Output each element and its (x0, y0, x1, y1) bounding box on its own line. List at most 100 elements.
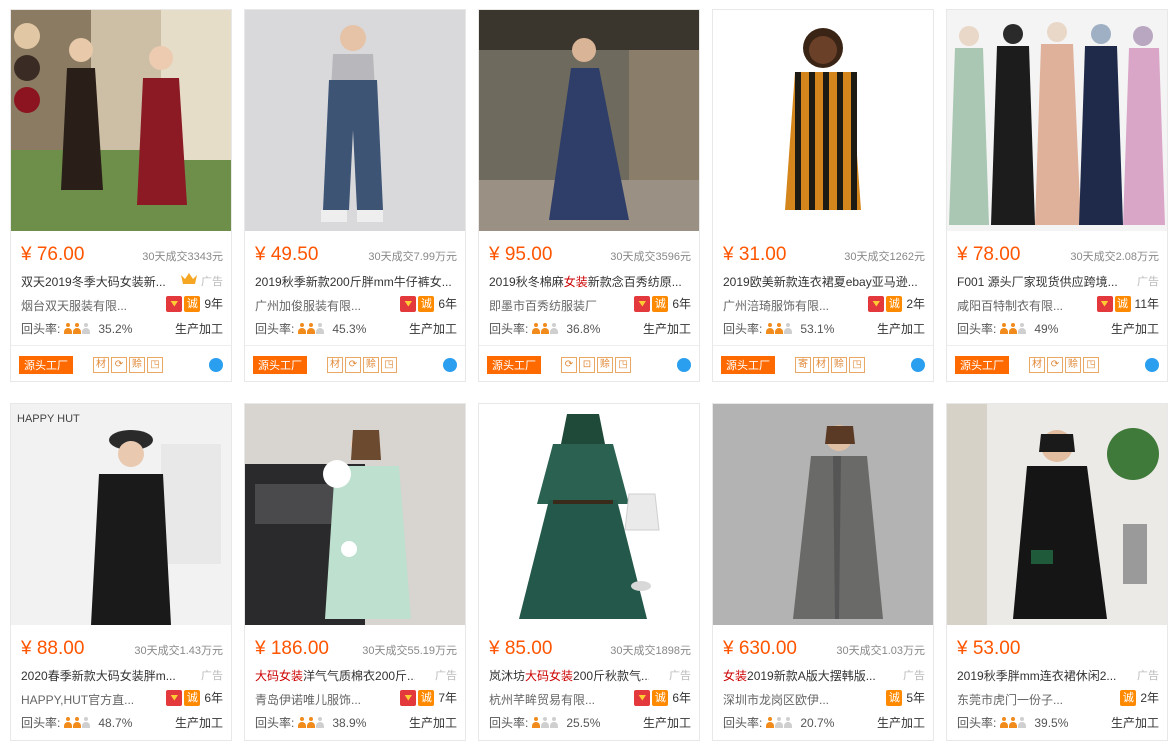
trade-assurance-icon (400, 295, 417, 312)
wangwang-chat-icon[interactable] (443, 358, 457, 372)
product-card[interactable]: ¥ 49.50 30天成交7.99万元 2019秋季新款200斤胖mm牛仔裤女.… (244, 9, 466, 382)
shield-service-icon[interactable]: ◳ (615, 356, 631, 373)
product-title[interactable]: 2020春季新款大码女装胖m... (21, 667, 181, 684)
company-name[interactable]: HAPPY,HUT官方直... (21, 691, 161, 708)
product-image[interactable]: HAPPY HUT (11, 404, 231, 625)
product-card[interactable]: ¥ 85.00 30天成交1898元 岚沐坊大码女装200斤秋款气... 广告 … (478, 403, 700, 741)
repeat-rate: 回头率: 36.8% (489, 320, 600, 337)
product-image[interactable] (479, 404, 699, 625)
product-image[interactable] (713, 404, 933, 625)
wangwang-chat-icon[interactable] (911, 358, 925, 372)
credit-service-icon[interactable]: 赊 (831, 356, 847, 373)
credit-service-icon[interactable]: 赊 (363, 356, 379, 373)
membership-years: 6年 (672, 297, 691, 311)
product-card[interactable]: ¥ 78.00 30天成交2.08万元 F001 源头厂家现货供应跨境... 广… (946, 9, 1168, 382)
product-title[interactable]: 岚沐坊大码女装200斤秋款气... (489, 667, 649, 684)
product-card[interactable]: ¥ 76.00 30天成交3343元 双天2019冬季大码女装新... 广告 烟… (10, 9, 232, 382)
product-title[interactable]: 2019秋冬棉麻女装新款念百秀纺原... (489, 273, 689, 290)
source-factory-tag[interactable]: 源头工厂 (487, 355, 541, 374)
company-name[interactable]: 深圳市龙岗区欧伊... (723, 691, 863, 708)
repeat-label: 回头率: (21, 716, 61, 730)
title-text: 2019新款A版大摆韩版... (747, 669, 876, 683)
price: ¥ 49.50 (255, 244, 319, 265)
material-service-icon[interactable]: 材 (813, 356, 829, 373)
source-factory-tag[interactable]: 源头工厂 (253, 355, 307, 374)
source-factory-tag[interactable]: 源头工厂 (721, 355, 775, 374)
wangwang-chat-icon[interactable] (677, 358, 691, 372)
repeat-rate: 回头率: 39.5% (957, 714, 1068, 731)
monthly-sales: 30天成交3596元 (610, 251, 691, 263)
return-service-icon[interactable]: ⟳ (1047, 356, 1063, 373)
title-text: 洋气气质棉衣200斤... (303, 669, 415, 683)
shield-service-icon[interactable]: ◳ (1083, 356, 1099, 373)
repeat-rate: 回头率: 45.3% (255, 320, 366, 337)
wangwang-chat-icon[interactable] (209, 358, 223, 372)
credit-service-icon[interactable]: 赊 (129, 356, 145, 373)
price: ¥ 31.00 (723, 244, 787, 265)
company-name[interactable]: 东莞市虎门一份子... (957, 691, 1097, 708)
company-name[interactable]: 青岛伊诺唯儿服饰... (255, 691, 395, 708)
company-name[interactable]: 广州涪琦服饰有限... (723, 297, 863, 314)
shield-service-icon[interactable]: ◳ (147, 356, 163, 373)
trade-assurance-icon (634, 689, 651, 706)
product-image[interactable] (479, 10, 699, 231)
person-icon (64, 717, 91, 728)
product-image[interactable] (245, 404, 465, 625)
credit-service-icon[interactable]: 赊 (1065, 356, 1081, 373)
product-title[interactable]: 大码女装洋气气质棉衣200斤... (255, 667, 415, 684)
repeat-rate: 回头率: 20.7% (723, 714, 834, 731)
product-title[interactable]: 女装2019新款A版大摆韩版... (723, 667, 883, 684)
membership-years: 11年 (1134, 297, 1159, 311)
membership-years: 6年 (438, 297, 457, 311)
product-image[interactable] (11, 10, 231, 231)
company-name[interactable]: 烟台双天服装有限... (21, 297, 161, 314)
brand-watermark: HAPPY HUT (17, 413, 80, 425)
material-service-icon[interactable]: 材 (1029, 356, 1045, 373)
person-icon (298, 717, 325, 728)
product-card[interactable]: ¥ 95.00 30天成交3596元 2019秋冬棉麻女装新款念百秀纺原... … (478, 9, 700, 382)
product-image[interactable] (713, 10, 933, 231)
company-name[interactable]: 即墨市百秀纺服装厂 (489, 297, 629, 314)
price: ¥ 95.00 (489, 244, 553, 265)
title-keyword: 女装 (723, 669, 748, 683)
product-title[interactable]: 2019秋季胖mm连衣裙休闲2... (957, 667, 1117, 684)
sample-service-icon[interactable]: ⊡ (579, 356, 595, 373)
service-bar: 源头工厂 材 ⟳ 赊 ◳ (11, 345, 231, 381)
source-factory-tag[interactable]: 源头工厂 (955, 355, 1009, 374)
material-service-icon[interactable]: 材 (327, 356, 343, 373)
product-card[interactable]: ¥ 186.00 30天成交55.19万元 大码女装洋气气质棉衣200斤... … (244, 403, 466, 741)
business-type: 生产加工 (174, 322, 223, 336)
credit-service-icon[interactable]: 赊 (597, 356, 613, 373)
product-title[interactable]: 2019欧美新款连衣裙夏ebay亚马逊... (723, 273, 923, 290)
return-service-icon[interactable]: ⟳ (345, 356, 361, 373)
product-title[interactable]: F001 源头厂家现货供应跨境... (957, 273, 1117, 290)
shield-service-icon[interactable]: ◳ (849, 356, 865, 373)
company-name[interactable]: 广州加俊服装有限... (255, 297, 395, 314)
repeat-label: 回头率: (489, 716, 529, 730)
wangwang-chat-icon[interactable] (1145, 358, 1159, 372)
repeat-rate: 回头率: 25.5% (489, 714, 600, 731)
monthly-sales: 30天成交7.99万元 (368, 251, 457, 263)
product-title[interactable]: 双天2019冬季大码女装新... (21, 273, 181, 290)
product-card[interactable]: ¥ 31.00 30天成交1262元 2019欧美新款连衣裙夏ebay亚马逊..… (712, 9, 934, 382)
monthly-sales: 30天成交1.43万元 (134, 645, 223, 657)
return-service-icon[interactable]: ⟳ (111, 356, 127, 373)
source-factory-tag[interactable]: 源头工厂 (19, 355, 73, 374)
cheng-badge: 诚 (418, 295, 435, 312)
product-image[interactable] (245, 10, 465, 231)
cheng-badge: 诚 (418, 689, 435, 706)
product-image[interactable] (947, 10, 1167, 231)
product-title[interactable]: 2019秋季新款200斤胖mm牛仔裤女... (255, 273, 455, 290)
return-service-icon[interactable]: ⟳ (561, 356, 577, 373)
material-service-icon[interactable]: 材 (93, 356, 109, 373)
product-card[interactable]: HAPPY HUT ¥ 88.00 30天成交1.43万元 2020春季新款大码… (10, 403, 232, 741)
repeat-label: 回头率: (723, 322, 763, 336)
company-name[interactable]: 咸阳百特制衣有限... (957, 297, 1097, 314)
shield-service-icon[interactable]: ◳ (381, 356, 397, 373)
company-name[interactable]: 杭州芊眸贸易有限... (489, 691, 629, 708)
shipping-service-icon[interactable]: 寄 (795, 356, 811, 373)
product-image[interactable] (947, 404, 1167, 625)
product-card[interactable]: ¥ 630.00 30天成交1.03万元 女装2019新款A版大摆韩版... 广… (712, 403, 934, 741)
person-icon (766, 717, 793, 728)
product-card[interactable]: ¥ 53.00 2019秋季胖mm连衣裙休闲2... 广告 东莞市虎门一份子..… (946, 403, 1168, 741)
